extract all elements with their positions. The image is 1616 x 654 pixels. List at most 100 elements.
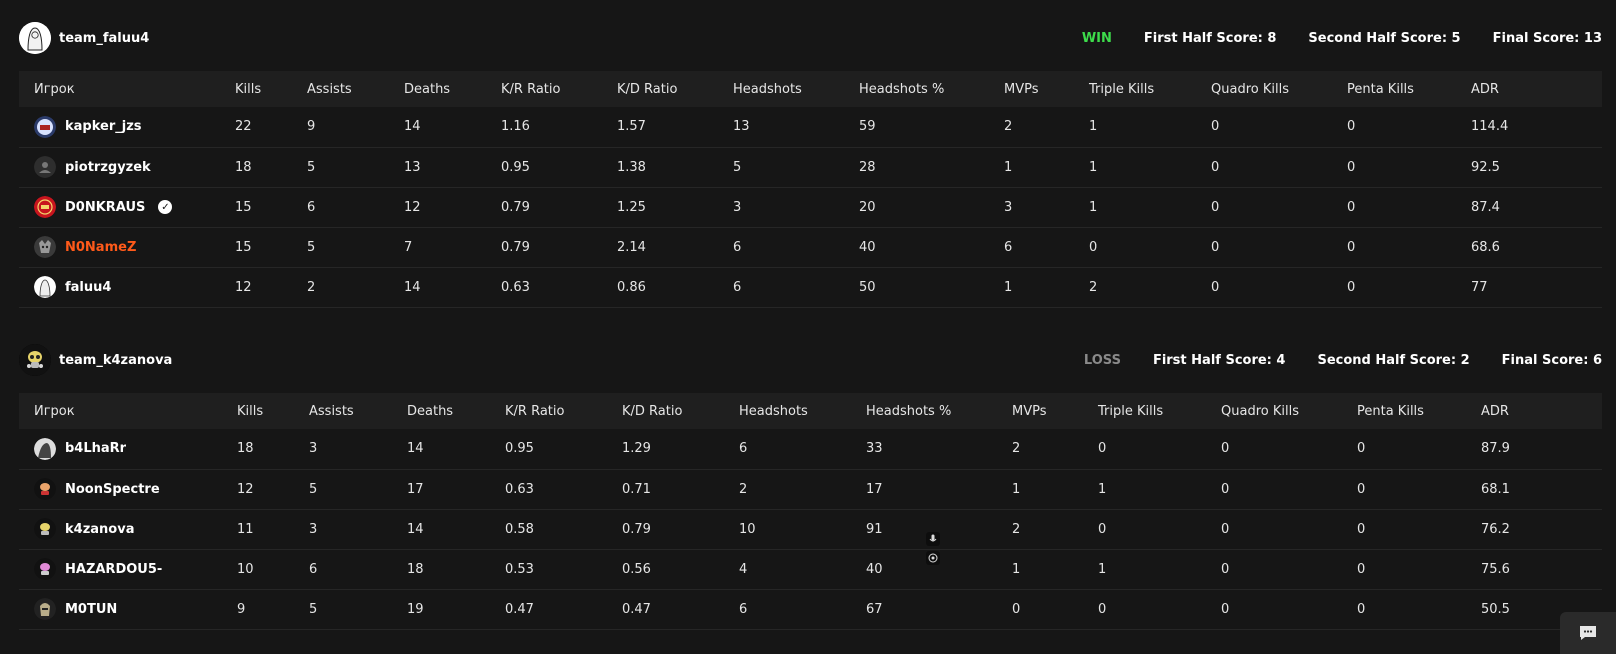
column-header[interactable]: Triple Kills <box>1089 71 1211 107</box>
kills-cell: 12 <box>235 279 252 295</box>
avatar <box>34 196 56 218</box>
table-row: M0TUN 9 5 19 0.47 0.47 6 67 0 0 0 0 50.5 <box>19 589 1602 629</box>
headshots-percent-cell: 40 <box>859 239 876 255</box>
column-header[interactable]: Penta Kills <box>1347 71 1471 107</box>
player-name[interactable]: D0NKRAUS <box>65 200 145 215</box>
triple-kills-cell: 1 <box>1089 199 1098 215</box>
column-header[interactable]: Игрок <box>19 393 237 429</box>
table-header-row: Игрок Kills Assists Deaths K/R Ratio K/D… <box>19 393 1602 429</box>
player-link[interactable]: D0NKRAUS ✓ <box>34 196 235 218</box>
chat-icon <box>1580 626 1596 640</box>
assists-cell: 9 <box>307 119 316 135</box>
team-identity[interactable]: team_k4zanova <box>19 344 172 376</box>
adr-cell: 75.6 <box>1481 561 1510 577</box>
microphone-icon[interactable] <box>926 532 940 546</box>
avatar <box>34 518 56 540</box>
player-link[interactable]: faluu4 <box>34 276 235 298</box>
column-header[interactable]: K/R Ratio <box>505 393 622 429</box>
column-header[interactable]: ADR <box>1481 393 1602 429</box>
player-link[interactable]: b4LhaRr <box>34 437 237 460</box>
first-half-score: First Half Score: 4 <box>1152 352 1286 368</box>
column-header[interactable]: Headshots % <box>866 393 1012 429</box>
column-header[interactable]: Quadro Kills <box>1221 393 1357 429</box>
column-header[interactable]: Kills <box>237 393 309 429</box>
penta-kills-cell: 0 <box>1357 601 1366 617</box>
player-link[interactable]: M0TUN <box>34 598 237 620</box>
quadro-kills-cell: 0 <box>1221 601 1230 617</box>
adr-cell: 68.1 <box>1481 481 1510 497</box>
assists-cell: 5 <box>309 601 318 617</box>
kr-ratio-cell: 0.63 <box>501 279 530 295</box>
team-identity[interactable]: team_faluu4 <box>19 22 149 54</box>
player-name[interactable]: M0TUN <box>65 602 117 617</box>
mvps-cell: 1 <box>1012 561 1021 577</box>
final-score: Final Score: 13 <box>1492 30 1602 46</box>
player-link[interactable]: N0NameZ <box>34 236 235 258</box>
penta-kills-cell: 0 <box>1347 119 1356 135</box>
column-header[interactable]: Quadro Kills <box>1211 71 1347 107</box>
quadro-kills-cell: 0 <box>1211 279 1220 295</box>
mvps-cell: 1 <box>1004 159 1013 175</box>
column-header[interactable]: ADR <box>1471 71 1602 107</box>
column-header[interactable]: Игрок <box>19 71 235 107</box>
kills-cell: 9 <box>237 601 246 617</box>
column-header[interactable]: Triple Kills <box>1098 393 1221 429</box>
table-row: HAZARDOU5- 10 6 18 0.53 0.56 4 40 1 1 0 … <box>19 549 1602 589</box>
team-name[interactable]: team_faluu4 <box>59 31 149 46</box>
column-header[interactable]: Kills <box>235 71 307 107</box>
player-name[interactable]: HAZARDOU5- <box>65 562 162 577</box>
player-link[interactable]: NoonSpectre <box>34 478 237 500</box>
quadro-kills-cell: 0 <box>1221 441 1230 457</box>
headshots-percent-cell: 67 <box>866 601 883 617</box>
column-header[interactable]: Deaths <box>407 393 505 429</box>
player-link[interactable]: piotrzgyzek <box>34 156 235 178</box>
avatar <box>34 437 56 460</box>
player-stats-table: Игрок Kills Assists Deaths K/R Ratio K/D… <box>19 71 1602 308</box>
headshots-cell: 6 <box>733 279 742 295</box>
target-icon[interactable] <box>926 551 940 565</box>
headshots-cell: 13 <box>733 119 750 135</box>
column-header[interactable]: Headshots % <box>859 71 1004 107</box>
player-name[interactable]: piotrzgyzek <box>65 160 151 175</box>
kills-cell: 18 <box>235 159 252 175</box>
table-row: N0NameZ 15 5 7 0.79 2.14 6 40 6 0 0 0 68… <box>19 227 1602 267</box>
chat-button[interactable] <box>1560 612 1616 654</box>
column-header[interactable]: Penta Kills <box>1357 393 1481 429</box>
column-header[interactable]: MVPs <box>1004 71 1089 107</box>
column-header[interactable]: K/D Ratio <box>622 393 739 429</box>
column-header[interactable]: Assists <box>307 71 404 107</box>
kills-cell: 12 <box>237 481 254 497</box>
column-header[interactable]: Assists <box>309 393 407 429</box>
kd-ratio-cell: 1.25 <box>617 199 646 215</box>
player-name[interactable]: kapker_jzs <box>65 119 142 134</box>
assists-cell: 5 <box>307 159 316 175</box>
kills-cell: 18 <box>237 441 254 457</box>
headshots-cell: 6 <box>739 441 748 457</box>
column-header[interactable]: Deaths <box>404 71 501 107</box>
player-name[interactable]: k4zanova <box>65 522 134 537</box>
kd-ratio-cell: 0.79 <box>622 521 651 537</box>
kr-ratio-cell: 0.53 <box>505 561 534 577</box>
quadro-kills-cell: 0 <box>1211 199 1220 215</box>
column-header[interactable]: Headshots <box>733 71 859 107</box>
triple-kills-cell: 1 <box>1089 119 1098 135</box>
player-link[interactable]: k4zanova <box>34 518 237 540</box>
kills-cell: 10 <box>237 561 254 577</box>
player-name[interactable]: N0NameZ <box>65 240 136 255</box>
player-name[interactable]: faluu4 <box>65 280 111 295</box>
column-header[interactable]: Headshots <box>739 393 866 429</box>
column-header[interactable]: MVPs <box>1012 393 1098 429</box>
deaths-cell: 19 <box>407 601 424 617</box>
column-header[interactable]: K/D Ratio <box>617 71 733 107</box>
player-name[interactable]: NoonSpectre <box>65 482 160 497</box>
player-link[interactable]: HAZARDOU5- <box>34 558 237 580</box>
player-link[interactable]: kapker_jzs <box>34 115 235 138</box>
penta-kills-cell: 0 <box>1347 159 1356 175</box>
second-half-score: Second Half Score: 5 <box>1308 30 1461 46</box>
mvps-cell: 2 <box>1012 521 1021 537</box>
player-name[interactable]: b4LhaRr <box>65 441 126 456</box>
column-header[interactable]: K/R Ratio <box>501 71 617 107</box>
kr-ratio-cell: 0.95 <box>505 441 534 457</box>
mvps-cell: 1 <box>1004 279 1013 295</box>
team-name[interactable]: team_k4zanova <box>59 353 172 368</box>
